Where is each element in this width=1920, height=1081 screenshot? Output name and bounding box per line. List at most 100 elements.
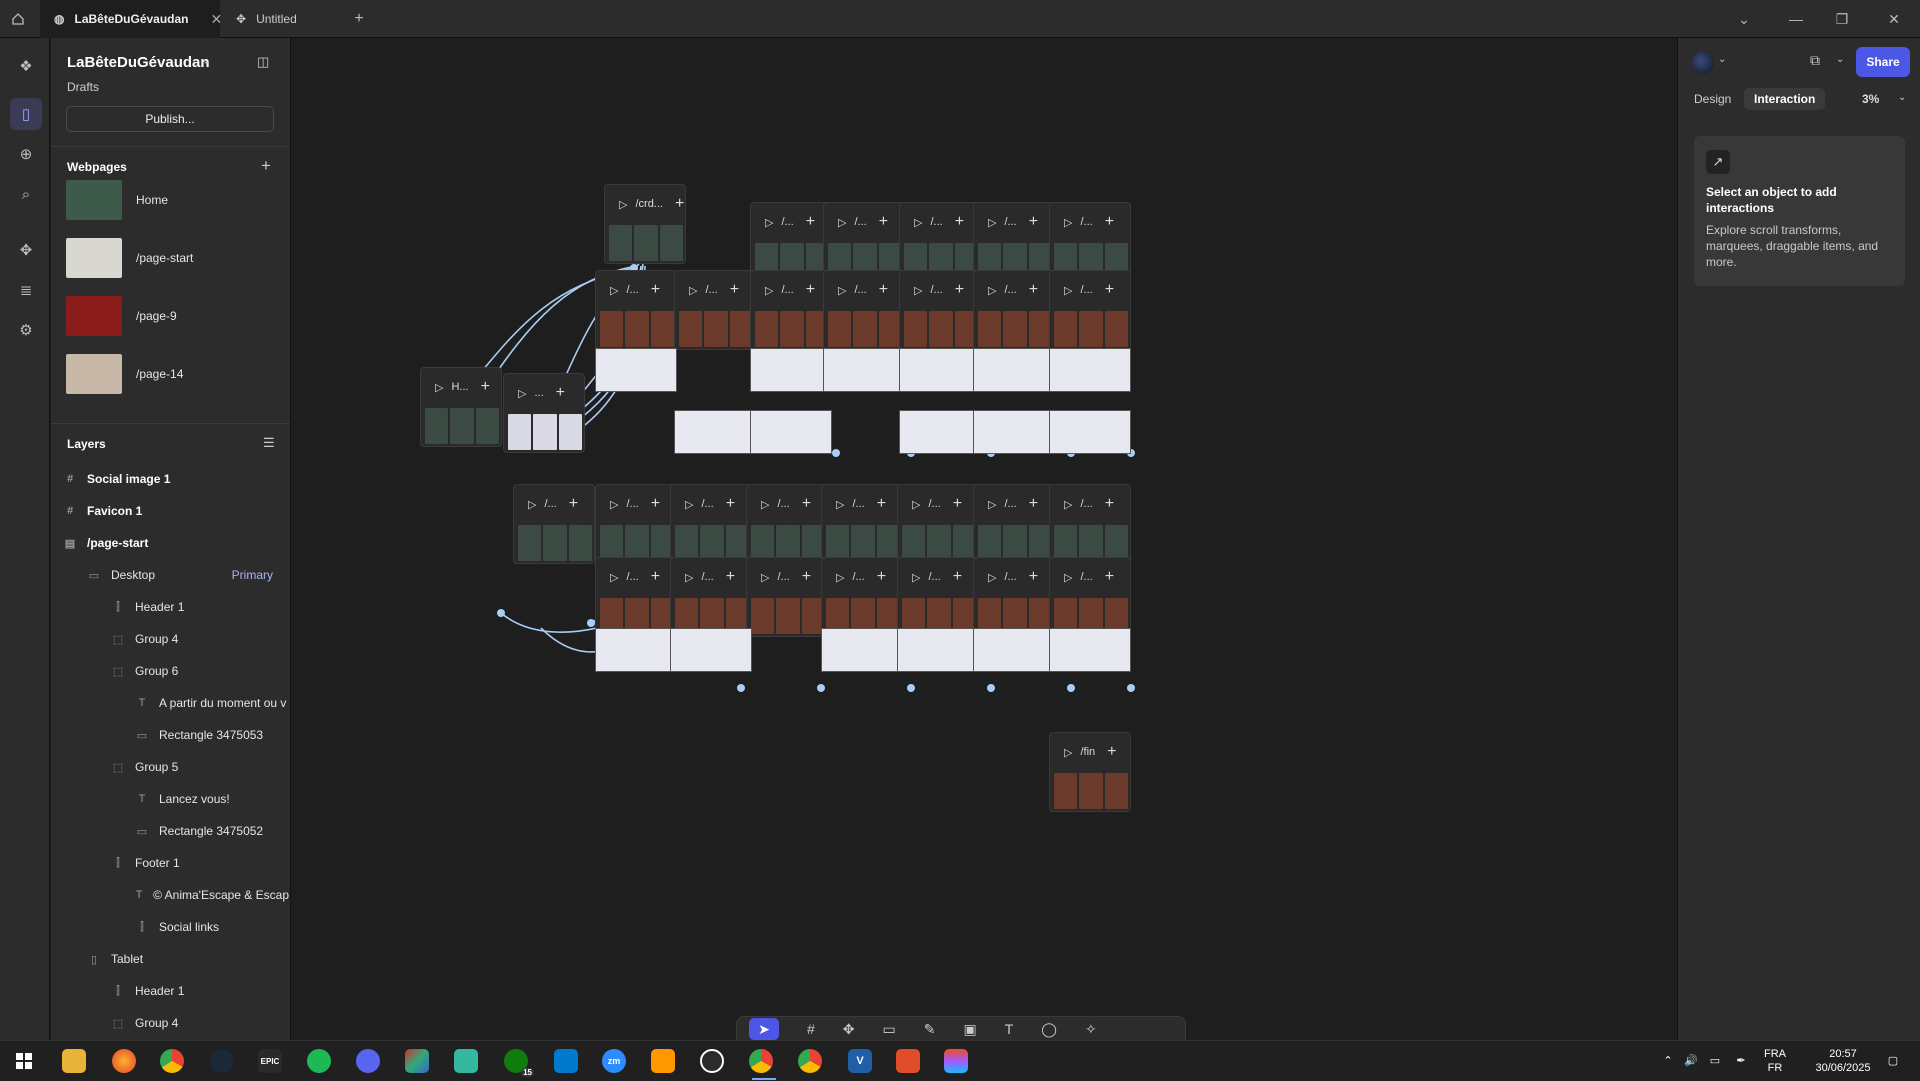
play-icon[interactable]: ▷	[912, 571, 920, 584]
minimize-button[interactable]: —	[1786, 10, 1806, 28]
add-breakpoint-icon[interactable]: +	[1107, 743, 1116, 761]
volume-icon[interactable]: 🔊	[1682, 1041, 1700, 1081]
vscode-icon[interactable]	[554, 1049, 578, 1073]
figma-icon[interactable]	[944, 1049, 968, 1073]
page-item-page-start[interactable]: /page-start	[66, 236, 193, 280]
close-tab-icon[interactable]: ✕	[211, 11, 223, 28]
frame-tool-icon[interactable]: #	[807, 1021, 815, 1037]
page-frame[interactable]: ▷ /... +	[1049, 270, 1131, 350]
play-icon[interactable]: ▷	[1064, 498, 1072, 511]
play-icon[interactable]: ▷	[914, 284, 922, 297]
add-breakpoint-icon[interactable]: +	[556, 384, 565, 402]
select-tool-icon[interactable]: ➤	[749, 1018, 779, 1040]
page-frame[interactable]: ▷ /... +	[670, 484, 752, 564]
add-breakpoint-icon[interactable]: +	[806, 281, 815, 299]
add-breakpoint-icon[interactable]: +	[675, 195, 684, 213]
page-frame[interactable]: ▷ /... +	[973, 557, 1055, 637]
effects-tool-icon[interactable]: ✧	[1085, 1021, 1097, 1038]
add-breakpoint-icon[interactable]: +	[877, 495, 886, 513]
play-icon[interactable]: ▷	[914, 216, 922, 229]
add-breakpoint-icon[interactable]: +	[1105, 568, 1114, 586]
sidebar-toggle-icon[interactable]: ◫	[257, 54, 269, 70]
page-frame[interactable]: ▷ /... +	[973, 270, 1055, 350]
page-item-page-14[interactable]: /page-14	[66, 352, 183, 396]
play-icon[interactable]: ▷	[988, 284, 996, 297]
add-breakpoint-icon[interactable]: +	[1105, 281, 1114, 299]
add-breakpoint-icon[interactable]: +	[481, 378, 490, 396]
chevron-down-icon[interactable]: ⌄	[1734, 10, 1754, 28]
page-frame[interactable]: ▷ /... +	[897, 557, 979, 637]
project-name[interactable]: LaBêteDuGévaudan	[67, 54, 210, 71]
link-handle[interactable]	[737, 684, 745, 692]
component-tool-icon[interactable]: ✥	[843, 1021, 855, 1038]
vegas-icon[interactable]: V	[848, 1049, 872, 1073]
play-icon[interactable]: ▷	[528, 498, 536, 511]
page-frame[interactable]: ▷... +	[503, 373, 585, 453]
image-tool-icon[interactable]: ▣	[964, 1021, 977, 1038]
play-icon[interactable]: ▷	[689, 284, 697, 297]
layer-item[interactable]: T Lancez vous!	[135, 786, 289, 812]
layer-item[interactable]: ⬚ Group 4	[111, 1010, 289, 1036]
avatar[interactable]	[1692, 52, 1714, 74]
layer-item[interactable]: ▤ /page-start	[63, 530, 289, 556]
play-icon[interactable]: ▷	[988, 498, 996, 511]
add-breakpoint-icon[interactable]: +	[802, 568, 811, 586]
network-icon[interactable]: ▭	[1706, 1041, 1724, 1081]
components-icon[interactable]: ✥	[10, 234, 42, 266]
page-frame[interactable]: ▷ /... +	[513, 484, 595, 564]
pen-icon[interactable]: ✒	[1732, 1041, 1750, 1081]
page-item-page-9[interactable]: /page-9	[66, 294, 177, 338]
page-frame[interactable]: ▷ /... +	[973, 484, 1055, 564]
page-frame[interactable]: ▷ /crd... +	[604, 184, 686, 264]
github-icon[interactable]	[700, 1049, 724, 1073]
page-frame[interactable]: ▷ /... +	[595, 557, 677, 637]
insert-icon[interactable]: ⊕	[10, 138, 42, 170]
play-icon[interactable]: ▷	[912, 498, 920, 511]
play-icon[interactable]: ▷	[761, 498, 769, 511]
page-frame[interactable]: ▷ /... +	[821, 484, 903, 564]
page-item-home[interactable]: Home	[66, 178, 168, 222]
play-icon[interactable]: ▷	[988, 216, 996, 229]
add-breakpoint-icon[interactable]: +	[879, 281, 888, 299]
chevron-down-icon[interactable]: ⌄	[202, 54, 211, 67]
add-breakpoint-icon[interactable]: +	[806, 213, 815, 231]
tray-chevron-icon[interactable]: ⌃	[1660, 1041, 1676, 1081]
discord-icon[interactable]	[356, 1049, 380, 1073]
page-frame[interactable]: ▷ /... +	[670, 557, 752, 637]
play-icon[interactable]: ▷	[685, 498, 693, 511]
settings-icon[interactable]: ⚙	[10, 314, 42, 346]
play-icon[interactable]: ▷	[610, 571, 618, 584]
layer-item[interactable]: ▯ Tablet	[87, 946, 289, 972]
canvas[interactable]: ▷ /crd... + ▷ H... + ▷... + ▷ /... + ▷ /... + ▷ /... + ▷ /…	[291, 38, 1677, 1040]
link-handle[interactable]	[987, 684, 995, 692]
play-icon[interactable]: ▷	[761, 571, 769, 584]
link-handle[interactable]	[497, 609, 505, 617]
add-breakpoint-icon[interactable]: +	[730, 281, 739, 299]
chevron-down-icon[interactable]: ⌄	[1718, 54, 1726, 65]
tab-untitled[interactable]: ✥ Untitled	[222, 0, 342, 38]
zoom-icon[interactable]: zm	[602, 1049, 626, 1073]
link-handle[interactable]	[1067, 684, 1075, 692]
text-tool-icon[interactable]: T	[1005, 1021, 1014, 1037]
pages-icon[interactable]: ▯	[10, 98, 42, 130]
tab-interaction[interactable]: Interaction	[1744, 88, 1826, 110]
affinity-icon[interactable]	[405, 1049, 429, 1073]
clock[interactable]: 20:57 30/06/2025	[1808, 1041, 1878, 1081]
file-explorer-icon[interactable]	[62, 1049, 86, 1073]
play-icon[interactable]: ▷	[610, 284, 618, 297]
publish-button[interactable]: Publish...	[66, 106, 274, 132]
search-icon[interactable]: ⌕	[10, 178, 42, 210]
play-icon[interactable]: ▷	[988, 571, 996, 584]
add-breakpoint-icon[interactable]: +	[726, 568, 735, 586]
add-breakpoint-icon[interactable]: +	[651, 568, 660, 586]
page-frame[interactable]: ▷ /... +	[595, 484, 677, 564]
play-icon[interactable]: ▷	[685, 571, 693, 584]
page-frame[interactable]: ▷ /... +	[746, 557, 828, 637]
rectangle-tool-icon[interactable]: ▭	[883, 1021, 896, 1038]
layer-item[interactable]: T © Anima'Escape & Escap	[135, 882, 289, 908]
add-breakpoint-icon[interactable]: +	[1105, 213, 1114, 231]
add-breakpoint-icon[interactable]: +	[651, 495, 660, 513]
play-icon[interactable]: ▷	[836, 498, 844, 511]
tab-project[interactable]: ◍ LaBêteDuGévaudan ✕	[40, 0, 223, 38]
pen-tool-icon[interactable]: ✎	[924, 1021, 936, 1038]
